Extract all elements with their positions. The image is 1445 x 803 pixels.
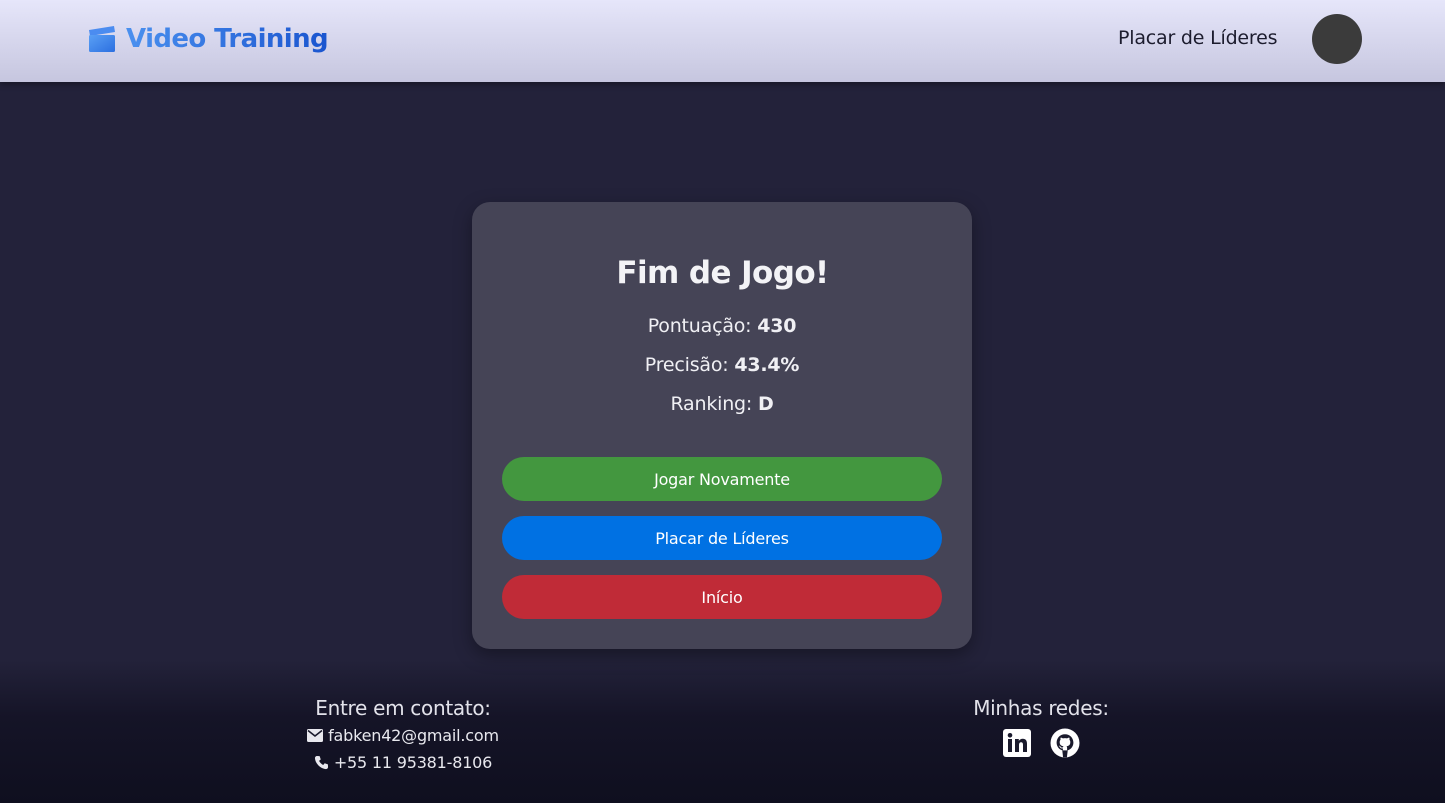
phone-number: +55 11 95381-8106: [333, 753, 493, 772]
home-button[interactable]: Início: [502, 575, 942, 619]
social-links: [891, 728, 1191, 758]
game-over-title: Fim de Jogo!: [616, 255, 829, 291]
play-again-button[interactable]: Jogar Novamente: [502, 457, 942, 501]
linkedin-icon[interactable]: [1002, 728, 1032, 758]
score-stat: Pontuação: 430: [472, 315, 972, 337]
user-avatar[interactable]: [1312, 14, 1362, 64]
footer-social: Minhas redes:: [891, 696, 1191, 758]
accuracy-value: 43.4%: [734, 354, 800, 376]
brand-name: Video Training: [126, 24, 329, 54]
accuracy-label: Precisão:: [644, 354, 729, 376]
brand-logo[interactable]: Video Training: [87, 21, 329, 57]
envelope-icon: [307, 729, 324, 742]
accuracy-stat: Precisão: 43.4%: [472, 354, 972, 376]
leaderboard-button[interactable]: Placar de Líderes: [502, 516, 942, 560]
social-heading: Minhas redes:: [973, 696, 1109, 720]
contact-heading: Entre em contato:: [315, 696, 491, 720]
ranking-label: Ranking:: [670, 393, 753, 415]
ranking-value: D: [757, 393, 774, 415]
nav-leaderboard-link[interactable]: Placar de Líderes: [1118, 27, 1278, 49]
score-label: Pontuação:: [647, 315, 752, 337]
phone-line: +55 11 95381-8106: [253, 753, 553, 772]
email-line: fabken42@gmail.com: [253, 726, 553, 745]
github-icon[interactable]: [1050, 728, 1080, 758]
clapperboard-icon: [89, 26, 115, 52]
phone-icon: [314, 755, 328, 770]
ranking-stat: Ranking: D: [472, 393, 972, 415]
score-value: 430: [757, 315, 797, 337]
footer-contact: Entre em contato: fabken42@gmail.com +55…: [253, 696, 553, 772]
email-link[interactable]: fabken42@gmail.com: [328, 726, 499, 745]
top-navbar: Video Training Placar de Líderes: [0, 0, 1445, 82]
footer-background: [0, 660, 1445, 803]
